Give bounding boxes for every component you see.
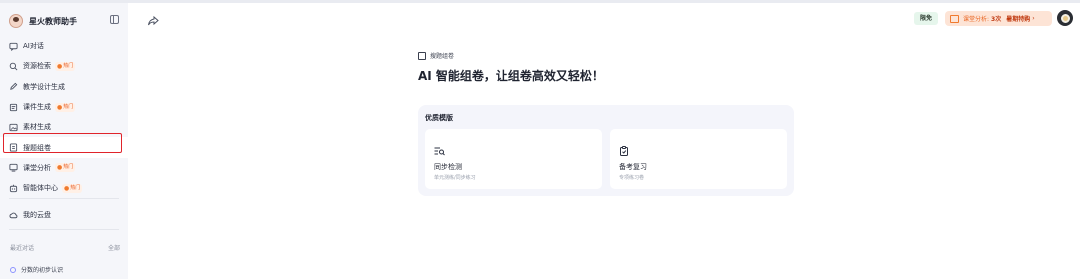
cloud-icon [9,211,18,220]
tool-tag-label: 搜题组卷 [430,53,455,60]
sidebar-divider [9,198,119,199]
sidebar-item-resource-search[interactable]: 资源检索 ● 热门 [0,56,128,76]
recent-chats-all-link[interactable]: 全部 [108,243,120,252]
recent-chat-label: 分数的初步认识 [21,267,64,274]
slides-icon [9,103,18,112]
page-headline: AI 智能组卷，让组卷高效又轻松！ [418,69,604,83]
template-card-exam-review[interactable]: 备考复习 专项练习卷 [610,129,787,189]
share-icon[interactable] [147,12,159,26]
template-card-sync-test[interactable]: 同步检测 单元测练/同步练习 [425,129,602,189]
sidebar-nav: AI对话 资源检索 ● 热门 教学设计生成 课件生成 ● 热门 素材生成 搜题组… [0,36,128,198]
sidebar-item-cloud[interactable]: 我的云盘 [0,205,128,225]
top-border [0,0,1080,3]
tool-tag: 搜题组卷 [418,51,454,60]
sidebar-item-label: 教学设计生成 [23,82,65,91]
sidebar-item-agent-center[interactable]: 智能体中心 ● 热门 [0,178,128,198]
pencil-icon [9,82,18,91]
sidebar-item-ai-chat[interactable]: AI对话 [0,36,128,56]
chat-dot-icon [10,266,16,273]
classroom-icon [9,163,18,172]
clipboard-check-icon [619,141,630,156]
video-icon [950,14,959,23]
sidebar-item-label: 我的云盘 [23,211,51,220]
agent-icon [9,184,18,193]
promo-banner[interactable]: 课堂分析: 3次 暑期特购 › [945,11,1052,26]
sidebar-item-label: 课件生成 [23,103,51,112]
template-panel: 优质模版 同步检测 单元测练/同步练习 备考复习 专项练习卷 [418,105,794,196]
search-list-icon [434,141,445,156]
card-title: 同步检测 [434,163,462,171]
card-desc: 专项练习卷 [619,175,645,181]
hot-badge: ● 热门 [55,102,76,112]
brand-avatar [9,14,23,28]
sidebar-divider [9,229,119,230]
recent-chats-title: 最近对话 [10,245,35,252]
card-title: 备考复习 [619,163,647,171]
chevron-right-icon: › [1032,15,1035,22]
app-name: 星火教师助手 [29,16,77,26]
sidebar-item-label: 课堂分析 [23,163,51,172]
active-item-highlight [3,133,122,153]
sidebar-item-classroom-analysis[interactable]: 课堂分析 ● 热门 [0,158,128,178]
image-icon [9,123,18,132]
sidebar-item-label: 智能体中心 [23,184,58,193]
hot-badge: ● 热门 [55,61,76,71]
sidebar-item-label: 资源检索 [23,62,51,71]
panel-title: 优质模版 [425,114,453,122]
user-avatar[interactable] [1057,10,1073,26]
sidebar-item-label: AI对话 [23,42,44,51]
card-desc: 单元测练/同步练习 [434,175,476,181]
chat-icon [9,42,18,51]
promo-text: 课堂分析: [963,16,990,23]
sidebar-toggle-icon[interactable] [110,15,119,24]
sidebar-item-courseware[interactable]: 课件生成 ● 热门 [0,97,128,117]
sidebar-item-label: 素材生成 [23,123,51,132]
avatar-image [1060,13,1070,23]
promo-cta: 暑期特购 [1006,16,1031,23]
hot-badge: ● 热门 [62,183,83,193]
hot-badge: ● 热门 [55,163,76,173]
recent-chat-item[interactable]: 分数的初步认识 [10,265,63,274]
search-icon [9,62,18,71]
sidebar-item-lesson-design[interactable]: 教学设计生成 [0,77,128,97]
free-badge: 限免 [914,12,939,25]
promo-count: 3次 [991,16,1002,23]
brand[interactable]: 星火教师助手 [9,11,77,31]
paper-icon [418,51,426,60]
